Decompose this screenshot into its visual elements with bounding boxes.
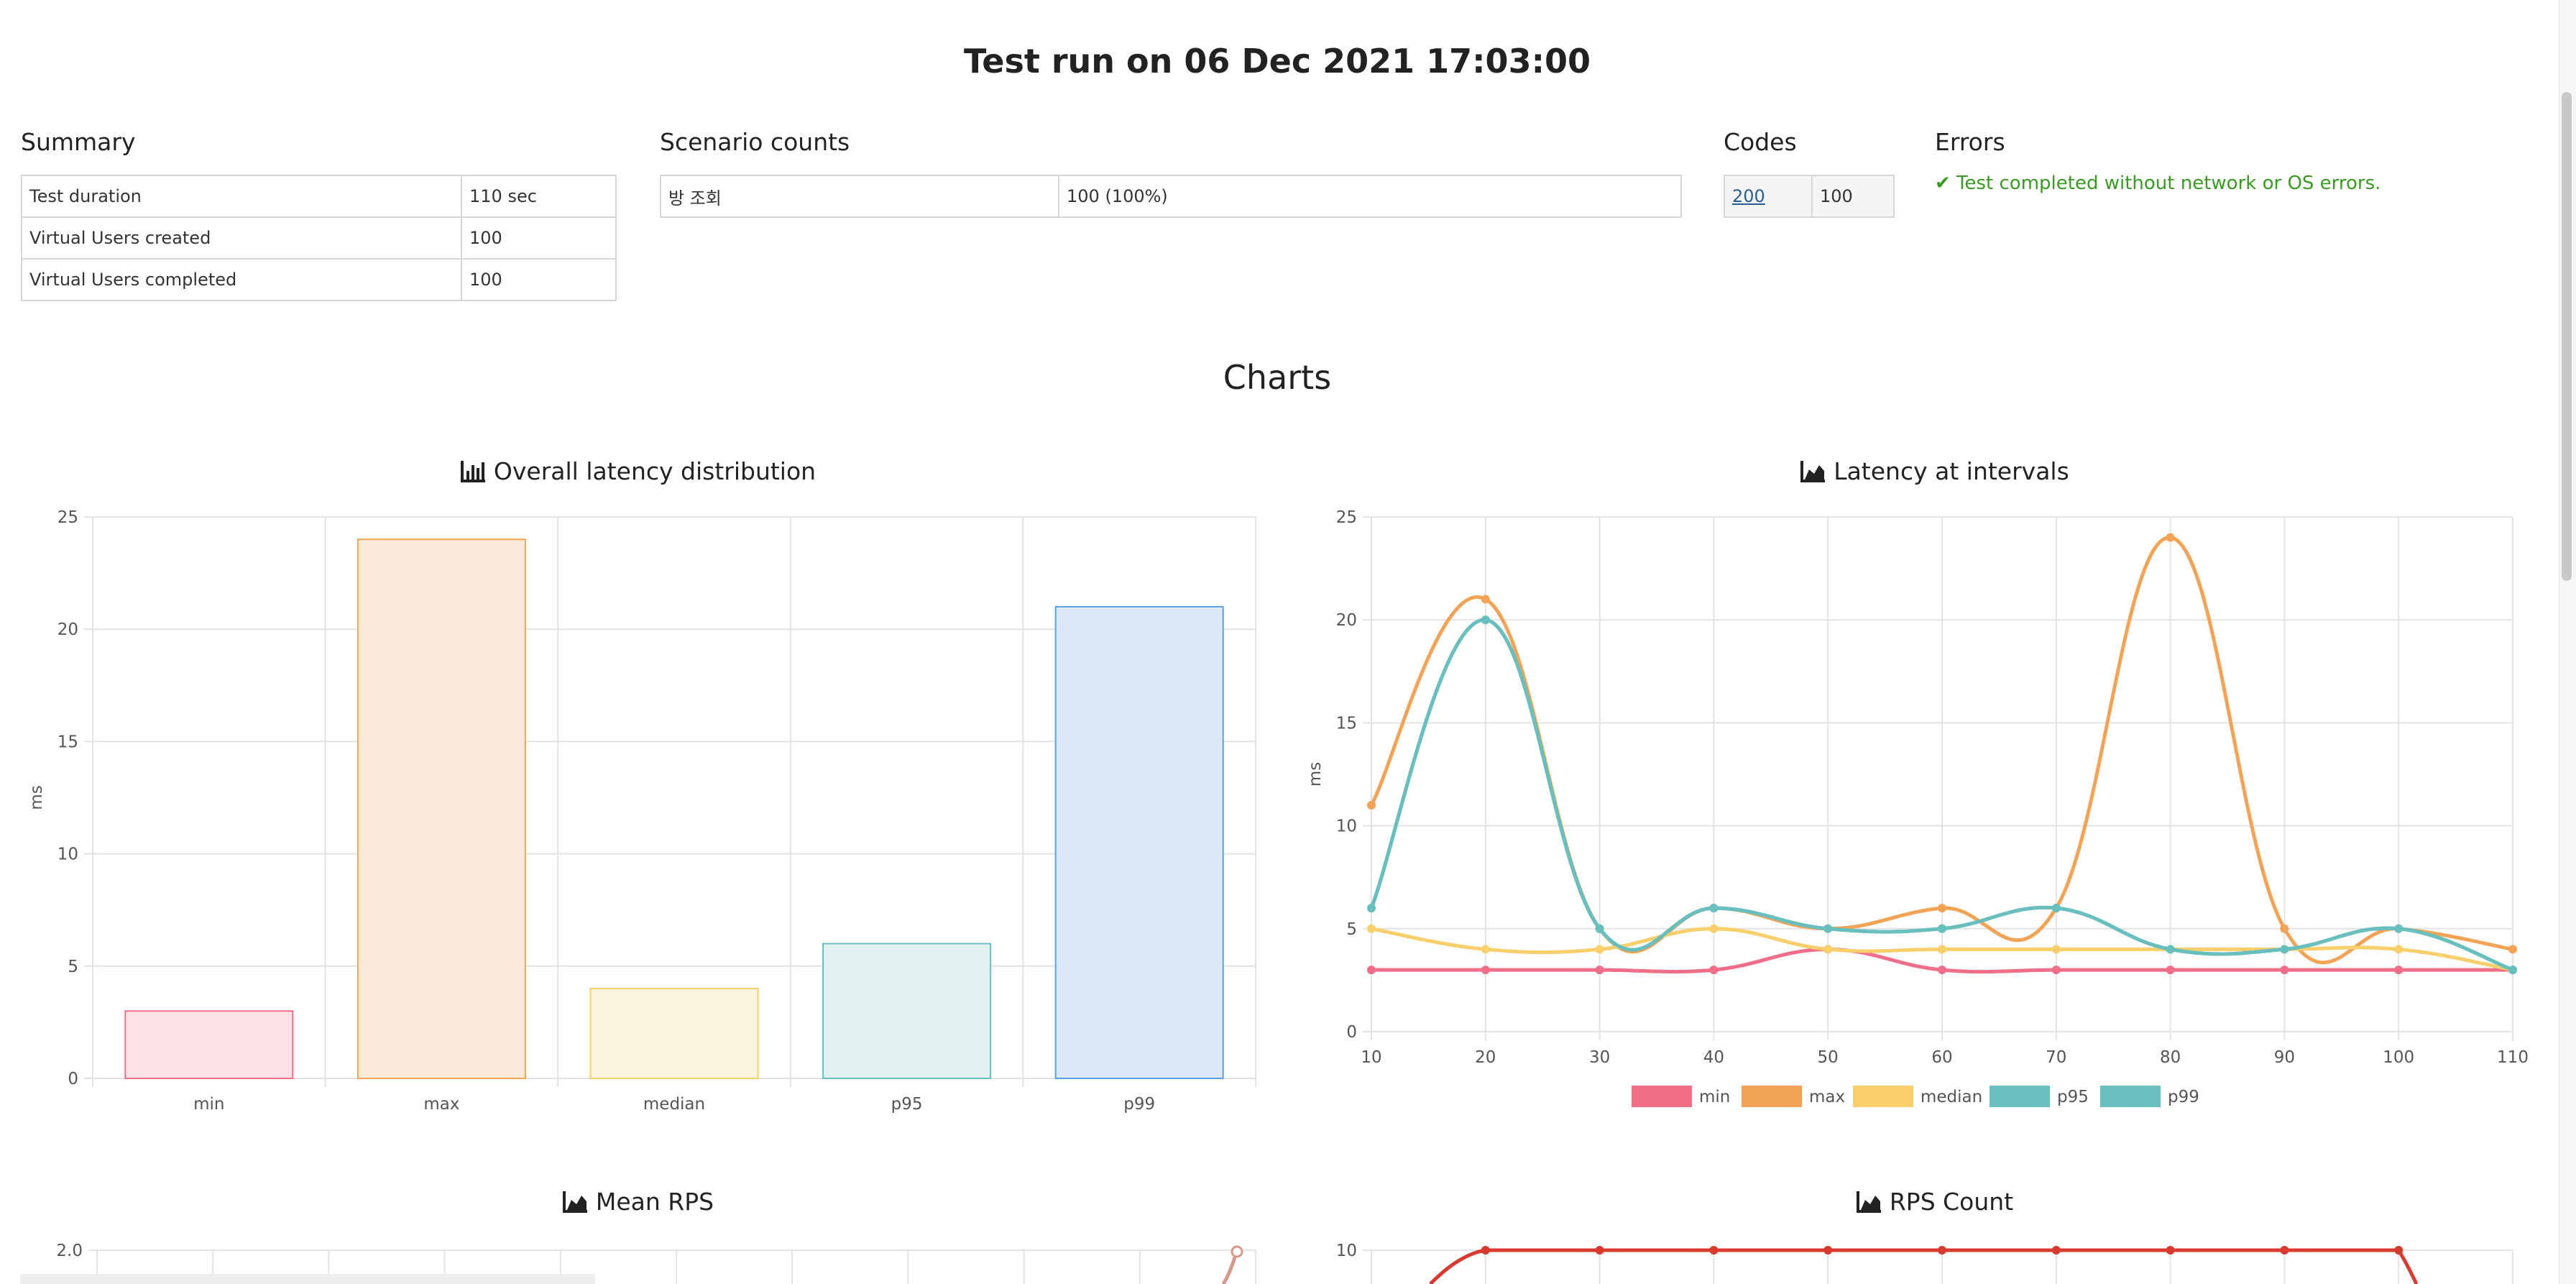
data-point-rps-count [1709, 1246, 1719, 1255]
y-tick-label: 10 [1336, 1242, 1357, 1260]
data-point-rps-count [1595, 1246, 1604, 1255]
scrollbar-thumb[interactable] [2562, 92, 2572, 581]
series-line-rps-count [1429, 1248, 2419, 1284]
data-point-rps-count [1481, 1246, 1490, 1255]
data-point-rps-count [1938, 1246, 1946, 1255]
data-point-rps-count [2051, 1246, 2061, 1255]
data-point-rps-count [2280, 1246, 2289, 1255]
data-point-rps-count [2166, 1246, 2175, 1255]
data-point-rps-count [2394, 1246, 2404, 1255]
rps-count-chart: 10 [1336, 1242, 2513, 1284]
data-point-rps-count [1823, 1246, 1833, 1255]
